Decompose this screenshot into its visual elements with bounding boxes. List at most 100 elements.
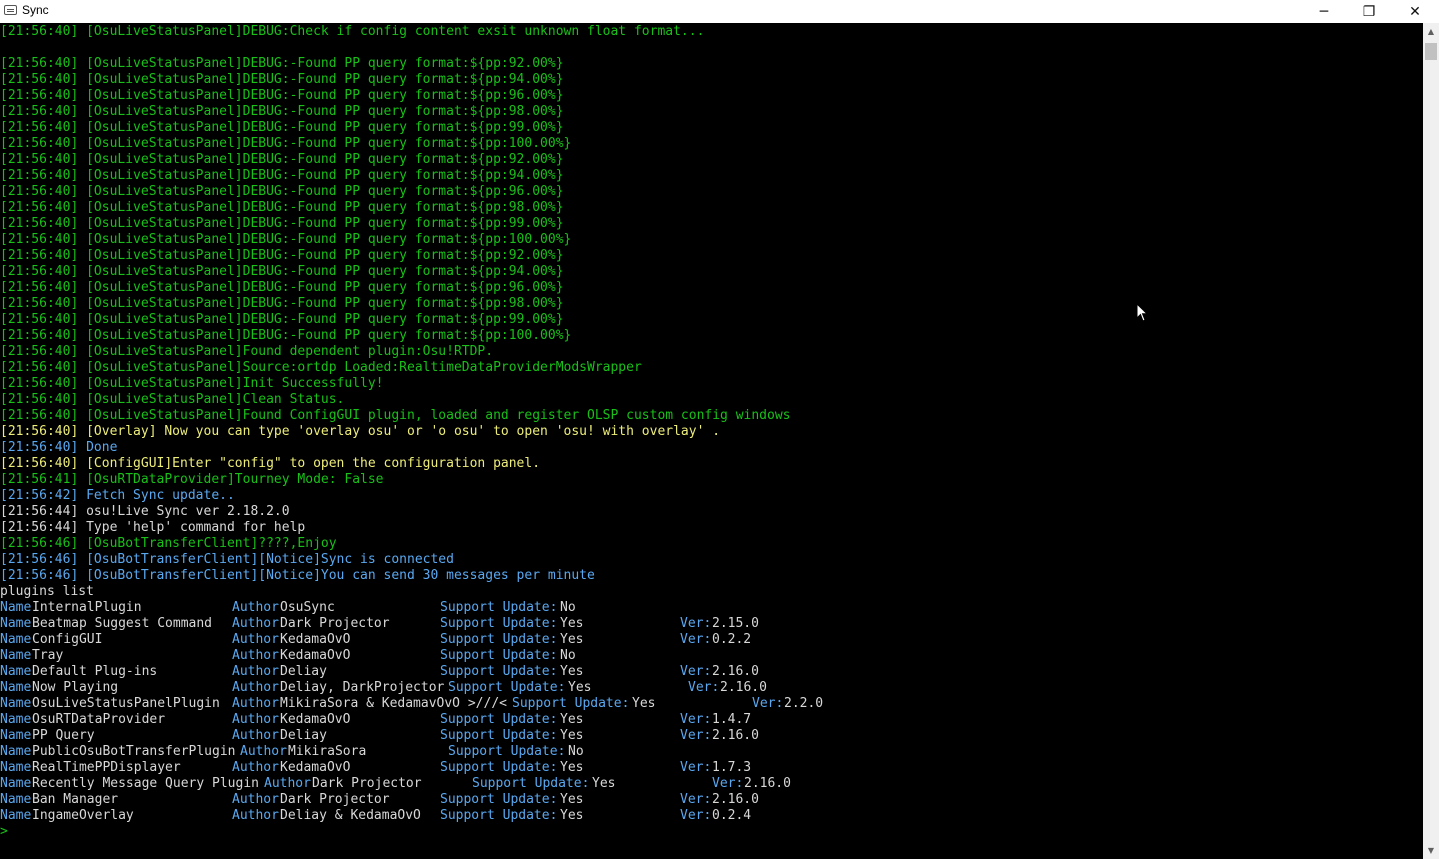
log-segment: Author <box>264 776 311 791</box>
log-segment: [21:56:46] [OsuBotTransferClient][Notice… <box>0 552 454 567</box>
log-line: [21:56:40] [ConfigGUI]Enter "config" to … <box>0 456 1423 472</box>
log-segment: Yes <box>560 760 584 775</box>
log-segment: [21:56:40] [OsuLiveStatusPanel]DEBUG:-Fo… <box>0 200 564 215</box>
plugin-row: Name RealTimePPDisplayer Author KedamaOvO Su… <box>0 760 1423 776</box>
log-segment: [21:56:40] [OsuLiveStatusPanel]DEBUG:-Fo… <box>0 216 564 231</box>
log-segment: Default Plug-ins <box>32 664 158 679</box>
log-segment: Author <box>232 792 279 807</box>
log-segment: 2.2.0 <box>784 696 824 711</box>
log-segment: [21:56:40] [ConfigGUI]Enter "config" to … <box>0 456 541 471</box>
log-segment: 1.4.7 <box>712 712 752 727</box>
console-output[interactable]: [21:56:40] [OsuLiveStatusPanel]DEBUG:Che… <box>0 23 1423 859</box>
log-line: [21:56:40] [OsuLiveStatusPanel]Found dep… <box>0 344 1423 360</box>
log-segment: MikiraSora <box>288 744 367 759</box>
log-segment: Name <box>0 744 32 759</box>
log-segment: [21:56:40] [OsuLiveStatusPanel]DEBUG:Che… <box>0 24 705 39</box>
log-line: [21:56:40] [OsuLiveStatusPanel]DEBUG:Che… <box>0 24 1423 40</box>
log-segment: 2.16.0 <box>712 728 759 743</box>
log-segment: Yes <box>560 712 584 727</box>
log-segment: [21:56:40] [OsuLiveStatusPanel]DEBUG:-Fo… <box>0 328 572 343</box>
log-segment: 2.16.0 <box>744 776 791 791</box>
close-button[interactable]: ✕ <box>1392 0 1438 23</box>
log-segment: Ver: <box>680 808 712 823</box>
scroll-up-icon[interactable]: ▲ <box>1423 23 1439 40</box>
minimize-button[interactable]: ─ <box>1301 0 1347 23</box>
scrollbar-thumb[interactable] <box>1425 43 1437 60</box>
log-segment: Dark Projector <box>312 776 422 791</box>
log-segment: Name <box>0 664 32 679</box>
maximize-button[interactable]: ❐ <box>1346 0 1392 23</box>
log-segment: Yes <box>560 792 584 807</box>
log-segment: [21:56:40] [OsuLiveStatusPanel]DEBUG:-Fo… <box>0 136 572 151</box>
log-segment: OsuLiveStatusPanelPlugin <box>32 696 220 711</box>
log-segment: Yes <box>560 664 584 679</box>
log-segment: [21:56:40] [OsuLiveStatusPanel]DEBUG:-Fo… <box>0 248 564 263</box>
log-line: [21:56:40] [OsuLiveStatusPanel]Found Con… <box>0 408 1423 424</box>
log-segment: Author <box>232 728 279 743</box>
log-segment: [21:56:40] [OsuLiveStatusPanel]DEBUG:-Fo… <box>0 88 564 103</box>
log-line: [21:56:42] Fetch Sync update.. <box>0 488 1423 504</box>
plugin-row: Name OsuLiveStatusPanelPlugin Author Mikira… <box>0 696 1423 712</box>
log-line: [21:56:41] [OsuRTDataProvider]Tourney Mo… <box>0 472 1423 488</box>
log-line: [21:56:40] [OsuLiveStatusPanel]DEBUG:-Fo… <box>0 184 1423 200</box>
plugin-row: Name Tray Author KedamaOvO Support Update: No <box>0 648 1423 664</box>
log-line: [21:56:40] [OsuLiveStatusPanel]DEBUG:-Fo… <box>0 264 1423 280</box>
log-segment: No <box>560 600 576 615</box>
log-segment: Deliay & KedamaOvO <box>280 808 421 823</box>
close-icon: ✕ <box>1409 3 1421 20</box>
log-line: [21:56:40] [OsuLiveStatusPanel]DEBUG:-Fo… <box>0 216 1423 232</box>
log-segment: Ver: <box>712 776 744 791</box>
log-segment: [21:56:40] [OsuLiveStatusPanel]DEBUG:-Fo… <box>0 184 564 199</box>
log-line: [21:56:40] [OsuLiveStatusPanel]DEBUG:-Fo… <box>0 152 1423 168</box>
log-segment: Ver: <box>680 760 712 775</box>
mouse-pointer-icon <box>1136 303 1149 322</box>
log-segment: MikiraSora & KedamavOvO >///< <box>280 696 507 711</box>
log-segment: Author <box>232 664 279 679</box>
log-line: [21:56:40] [OsuLiveStatusPanel]DEBUG:-Fo… <box>0 312 1423 328</box>
log-line: [21:56:40] [OsuLiveStatusPanel]DEBUG:-Fo… <box>0 136 1423 152</box>
log-segment: Name <box>0 712 32 727</box>
log-line: [21:56:40] [OsuLiveStatusPanel]DEBUG:-Fo… <box>0 328 1423 344</box>
log-segment: [21:56:40] [Overlay] Now you can type 'o… <box>0 424 721 439</box>
log-segment: Author <box>232 808 279 823</box>
log-line: [21:56:40] Done <box>0 440 1423 456</box>
log-segment: [21:56:40] [OsuLiveStatusPanel]Clean Sta… <box>0 392 345 407</box>
log-segment: Name <box>0 600 32 615</box>
log-line: [21:56:40] [OsuLiveStatusPanel]DEBUG:-Fo… <box>0 280 1423 296</box>
log-line: [21:56:40] [OsuLiveStatusPanel]DEBUG:-Fo… <box>0 168 1423 184</box>
log-segment: KedamaOvO <box>280 648 351 663</box>
log-segment: Ver: <box>680 712 712 727</box>
log-segment: [21:56:44] osu!Live Sync ver 2.18.2.0 <box>0 504 290 519</box>
log-segment: RealTimePPDisplayer <box>32 760 181 775</box>
restore-icon: ❐ <box>1362 3 1376 20</box>
plugin-row: Name Now Playing Author Deliay, DarkProject… <box>0 680 1423 696</box>
log-line: [21:56:40] [OsuLiveStatusPanel]DEBUG:-Fo… <box>0 72 1423 88</box>
log-segment: Name <box>0 616 32 631</box>
log-segment: Yes <box>568 680 592 695</box>
log-segment: 0.2.2 <box>712 632 752 647</box>
log-line: [21:56:40] [OsuLiveStatusPanel]DEBUG:-Fo… <box>0 104 1423 120</box>
log-segment: plugins list <box>0 584 94 599</box>
log-segment: Ver: <box>680 616 712 631</box>
vertical-scrollbar[interactable]: ▲ ▼ <box>1423 23 1439 859</box>
log-segment: Yes <box>560 632 584 647</box>
log-segment: Deliay <box>280 728 327 743</box>
log-segment: Tray <box>32 648 64 663</box>
log-segment: Support Update: <box>440 648 558 663</box>
log-segment: Support Update: <box>440 712 558 727</box>
log-segment: Support Update: <box>472 776 590 791</box>
log-segment: Support Update: <box>440 728 558 743</box>
log-segment: [21:56:40] [OsuLiveStatusPanel]DEBUG:-Fo… <box>0 296 564 311</box>
plugin-row: Name OsuRTDataProvider Author KedamaOvO Supp… <box>0 712 1423 728</box>
log-segment: Name <box>0 808 32 823</box>
log-segment: OsuSync <box>280 600 335 615</box>
log-segment: No <box>568 744 584 759</box>
log-segment: Support Update: <box>440 760 558 775</box>
log-segment: Author <box>232 632 279 647</box>
log-segment: [21:56:44] Type 'help' command for help <box>0 520 306 535</box>
log-segment: Recently Message Query Plugin <box>32 776 259 791</box>
log-segment: KedamaOvO <box>280 632 351 647</box>
log-segment: 2.16.0 <box>712 792 759 807</box>
scroll-down-icon[interactable]: ▼ <box>1423 842 1439 859</box>
log-segment: Ver: <box>680 728 712 743</box>
